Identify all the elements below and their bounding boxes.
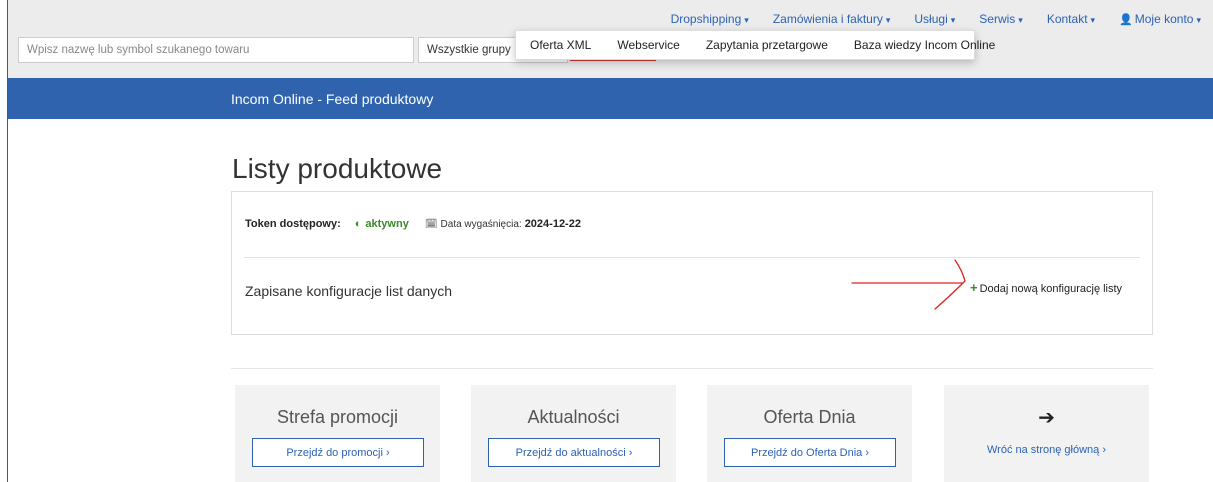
menu-label: Moje konto <box>1134 12 1194 26</box>
menu-my-account[interactable]: 👤 Moje konto ▾ <box>1119 12 1201 26</box>
add-list-config-label: Dodaj nową konfigurację listy <box>979 283 1123 295</box>
deal-of-day-tile: Oferta Dnia Przejdź do Oferta Dnia › <box>707 385 912 482</box>
menu-label: Zamówienia i faktury <box>772 12 883 26</box>
menu-label: Usługi <box>914 12 948 26</box>
expiry-label: Data wygaśnięcia: <box>440 218 522 230</box>
promo-tile: Strefa promocji Przejdź do promocji › <box>235 385 440 482</box>
section-separator <box>231 368 1153 369</box>
menu-label: Kontakt <box>1046 12 1088 26</box>
caret-down-icon: ▾ <box>1090 15 1096 25</box>
token-info: Token dostępowy: ◐ aktywny 🗓 Data wygaśn… <box>245 218 581 230</box>
expiry-date: 2024-12-22 <box>524 218 581 230</box>
add-list-config-button[interactable]: + Dodaj nową konfigurację listy <box>970 280 1122 295</box>
product-lists-panel: Token dostępowy: ◐ aktywny 🗓 Data wygaśn… <box>231 191 1153 335</box>
promo-tile-title: Strefa promocji <box>276 407 399 427</box>
caret-down-icon: ▾ <box>1196 15 1201 25</box>
menu-orders-invoices[interactable]: Zamówienia i faktury ▾ <box>773 12 891 26</box>
submenu-tender-requests[interactable]: Zapytania przetargowe <box>706 38 828 52</box>
caret-down-icon: ▾ <box>885 15 891 25</box>
submenu-knowledge-base[interactable]: Baza wiedzy Incom Online <box>854 38 995 52</box>
news-tile-title: Aktualności <box>527 407 620 427</box>
caret-down-icon: ▾ <box>1018 15 1023 25</box>
menu-service[interactable]: Serwis ▾ <box>979 12 1023 26</box>
menu-label: Serwis <box>979 12 1016 26</box>
menu-contact[interactable]: Kontakt ▾ <box>1047 12 1095 26</box>
calendar-icon: 🗓 <box>424 218 438 230</box>
caret-down-icon: ▾ <box>744 15 749 25</box>
go-to-deal-of-day-button[interactable]: Przejdź do Oferta Dnia › <box>724 438 896 467</box>
divider <box>244 257 1140 258</box>
home-tile: ➔ Wróć na stronę główną › <box>944 385 1149 482</box>
top-navbar: Dropshipping ▾ Zamówienia i faktury ▾ Usłu… <box>8 0 1213 78</box>
banner-title: Incom Online - Feed produktowy <box>231 91 434 107</box>
menu-services[interactable]: Usługi ▾ <box>914 12 955 26</box>
section-banner: Incom Online - Feed produktowy <box>8 78 1213 119</box>
caret-down-icon: ▾ <box>950 15 956 25</box>
page-title: Listy produktowe <box>232 153 443 184</box>
token-status: aktywny <box>365 218 409 230</box>
back-to-home-link[interactable]: Wróć na stronę główną › <box>944 444 1149 456</box>
submenu-xml-offer[interactable]: Oferta XML <box>530 38 591 52</box>
plus-icon: + <box>970 280 978 295</box>
news-tile: Aktualności Przejdź do aktualności › <box>471 385 676 482</box>
arrow-right-icon: ➔ <box>1038 407 1055 429</box>
go-to-promotions-button[interactable]: Przejdź do promocji › <box>252 438 424 467</box>
submenu-webservice[interactable]: Webservice <box>617 38 679 52</box>
services-submenu: Oferta XML Webservice Zapytania przetarg… <box>515 30 995 60</box>
toggle-on-icon: ◐ <box>354 218 362 230</box>
go-to-news-button[interactable]: Przejdź do aktualności › <box>488 438 660 467</box>
menu-dropshipping[interactable]: Dropshipping ▾ <box>671 12 749 26</box>
user-icon: 👤 <box>1119 14 1133 26</box>
token-label: Token dostępowy: <box>245 218 341 230</box>
deal-of-day-tile-title: Oferta Dnia <box>763 407 856 427</box>
main-menu: Dropshipping ▾ Zamówienia i faktury ▾ Usłu… <box>671 12 1201 26</box>
menu-label: Dropshipping <box>670 12 742 26</box>
search-input[interactable] <box>18 37 414 63</box>
saved-configs-label: Zapisane konfiguracje list danych <box>245 283 453 299</box>
